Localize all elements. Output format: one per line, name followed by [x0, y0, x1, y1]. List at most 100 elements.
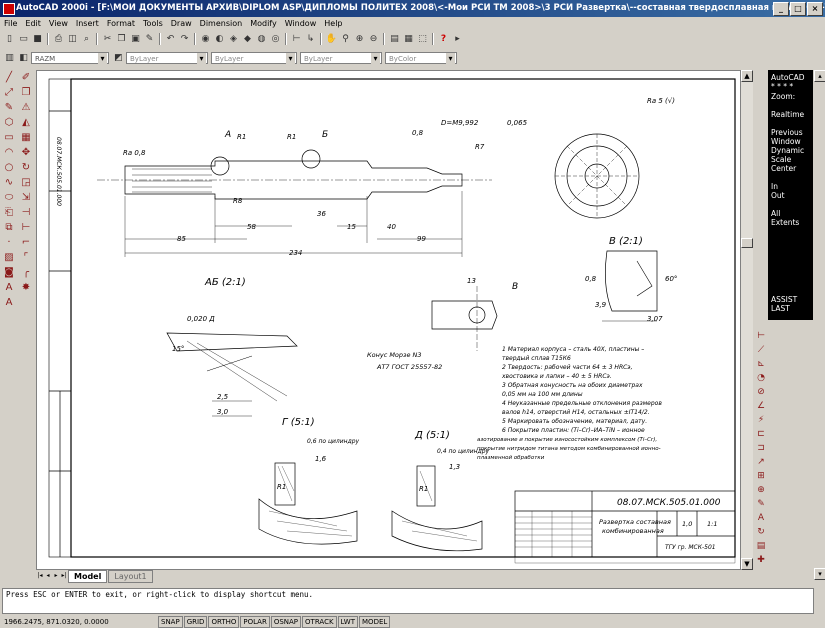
screen-menu-realtime[interactable]: Realtime [771, 110, 804, 119]
screen-menu-center[interactable]: Center [771, 164, 796, 173]
ordinate-dim-icon[interactable]: ⊾ [755, 358, 767, 370]
text-icon[interactable]: A [3, 297, 15, 309]
extend-icon[interactable]: ⊢ [20, 222, 32, 234]
preview-icon[interactable]: ◫ [66, 33, 79, 46]
menu-draw[interactable]: Draw [167, 19, 196, 28]
open-icon[interactable]: ▭ [17, 33, 30, 46]
plotstyle-combo[interactable]: ByColor [385, 52, 457, 65]
screen-menu-extents[interactable]: Extents [771, 218, 799, 227]
dim-style-icon[interactable]: ▤ [755, 540, 767, 552]
point-icon[interactable]: · [3, 237, 15, 249]
layers-icon[interactable]: ▥ [3, 52, 16, 65]
redo-icon[interactable]: ↷ [178, 33, 191, 46]
menu-tools[interactable]: Tools [139, 19, 167, 28]
menu-edit[interactable]: Edit [21, 19, 45, 28]
dist-icon[interactable]: ⊢ [290, 33, 303, 46]
quick-dim-icon[interactable]: ⚡ [755, 414, 767, 426]
chamfer-icon[interactable]: ⌜ [20, 252, 32, 264]
vertical-scrollbar[interactable]: ▲ ▼ [741, 70, 753, 570]
color-combo[interactable]: ByLayer [126, 52, 208, 65]
copy-obj-icon[interactable]: ❐ [20, 87, 32, 99]
make-block-icon[interactable]: ⧉ [3, 222, 15, 234]
lwt-toggle[interactable]: LWT [337, 615, 359, 628]
menu-format[interactable]: Format [103, 19, 139, 28]
snap-toggle[interactable]: SNAP [158, 615, 183, 628]
mirror-icon[interactable]: ⚠ [20, 102, 32, 114]
polar-toggle[interactable]: POLAR [240, 615, 270, 628]
command-line[interactable]: Press ESC or ENTER to exit, or right-cli… [2, 588, 814, 614]
menu-file[interactable]: File [0, 19, 21, 28]
layer-state-icon[interactable]: ◧ [17, 52, 30, 65]
menu-view[interactable]: View [45, 19, 72, 28]
diameter-dim-icon[interactable]: ⊘ [755, 386, 767, 398]
tab-model[interactable]: Model [68, 569, 108, 583]
trim-icon[interactable]: ⊣ [20, 207, 32, 219]
dim-text-edit-icon[interactable]: A [755, 512, 767, 524]
object-icon[interactable]: ◆ [241, 33, 254, 46]
cut-icon[interactable]: ✂ [101, 33, 114, 46]
dim-edit-icon[interactable]: ✎ [755, 498, 767, 510]
minimize-button[interactable]: _ [773, 2, 789, 16]
dim-update-icon[interactable]: ↻ [755, 526, 767, 538]
ucs-prev-icon[interactable]: ◎ [269, 33, 282, 46]
pan-icon[interactable]: ↳ [304, 33, 317, 46]
mtext-icon[interactable]: A [3, 282, 15, 294]
layer-combo[interactable]: RAZM [31, 52, 109, 65]
scroll-up-icon[interactable]: ▲ [741, 70, 753, 82]
tab-first-icon[interactable]: |◂ [36, 571, 44, 581]
center-mark-icon[interactable]: ⊕ [755, 484, 767, 496]
menu-modify[interactable]: Modify [246, 19, 281, 28]
ellipse-icon[interactable]: ⬭ [3, 192, 15, 204]
today-icon[interactable]: ▸ [451, 33, 464, 46]
make-current-icon[interactable]: ◩ [112, 52, 125, 65]
spline-icon[interactable]: ∿ [3, 177, 15, 189]
tolerance-icon[interactable]: ⊞ [755, 470, 767, 482]
radius-dim-icon[interactable]: ◔ [755, 372, 767, 384]
zoom-window-icon[interactable]: ⊕ [353, 33, 366, 46]
line-icon[interactable]: ╱ [3, 72, 15, 84]
scale-icon[interactable]: ◲ [20, 177, 32, 189]
angular-dim-icon[interactable]: ∠ [755, 400, 767, 412]
undo-icon[interactable]: ↶ [164, 33, 177, 46]
otrack-toggle[interactable]: OTRACK [302, 615, 337, 628]
linear-dim-icon[interactable]: ⊢ [755, 330, 767, 342]
design-center-icon[interactable]: ▦ [402, 33, 415, 46]
toolbar-scroll-down-icon[interactable]: ▾ [814, 568, 825, 580]
hatch-icon[interactable]: ▨ [3, 252, 15, 264]
print-icon[interactable]: ⎙ [52, 33, 65, 46]
aligned-dim-icon[interactable]: ⟋ [755, 344, 767, 356]
copy-icon[interactable]: ❐ [115, 33, 128, 46]
snap-icon[interactable]: ✚ [755, 554, 767, 566]
model-toggle[interactable]: MODEL [359, 615, 391, 628]
tab-last-icon[interactable]: ▸| [60, 571, 68, 581]
find-icon[interactable]: ⌕ [80, 33, 93, 46]
close-button[interactable]: × [807, 2, 823, 16]
screen-menu-dynamic[interactable]: Dynamic [771, 146, 804, 155]
maximize-button[interactable]: □ [790, 2, 806, 16]
drawing-canvas[interactable]: 08.07.МСК.505.01.000 Ra 5 (√) 234 99 85 … [37, 71, 740, 569]
zoom-prev-icon[interactable]: ⊖ [367, 33, 380, 46]
new-icon[interactable]: ▯ [3, 33, 16, 46]
scroll-down-icon[interactable]: ▼ [741, 558, 753, 570]
fillet-icon[interactable]: ╭ [20, 267, 32, 279]
screen-menu-out[interactable]: Out [771, 191, 785, 200]
menu-window[interactable]: Window [281, 19, 321, 28]
tab-prev-icon[interactable]: ◂ [44, 571, 52, 581]
screen-menu-scale[interactable]: Scale [771, 155, 791, 164]
stretch-icon[interactable]: ⇲ [20, 192, 32, 204]
drawing-area[interactable]: 08.07.МСК.505.01.000 Ra 5 (√) 234 99 85 … [36, 70, 741, 570]
hyperlink-icon[interactable]: ◉ [199, 33, 212, 46]
xline-icon[interactable]: ⤢ [3, 87, 15, 99]
scroll-thumb[interactable] [741, 238, 753, 248]
screen-menu-assist[interactable]: ASSIST [771, 295, 797, 304]
pline-icon[interactable]: ✎ [3, 102, 15, 114]
erase-icon[interactable]: ✐ [20, 72, 32, 84]
tab-layout1[interactable]: Layout1 [108, 569, 153, 583]
rotate-icon[interactable]: ↻ [20, 162, 32, 174]
linetype-combo[interactable]: ByLayer [211, 52, 297, 65]
menu-dimension[interactable]: Dimension [196, 19, 247, 28]
insert-block-icon[interactable]: ⎗ [3, 207, 15, 219]
paste-icon[interactable]: ▣ [129, 33, 142, 46]
match-icon[interactable]: ✎ [143, 33, 156, 46]
osnap-toggle[interactable]: OSNAP [270, 615, 302, 628]
